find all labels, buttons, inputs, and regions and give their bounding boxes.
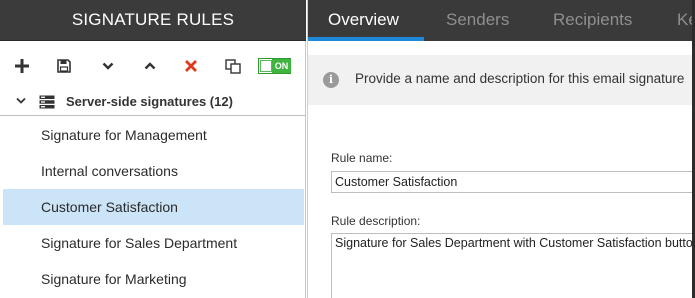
duplicate-icon [225, 58, 241, 74]
list-item-label: Customer Satisfaction [41, 199, 178, 215]
list-item-label: Signature for Sales Department [41, 235, 238, 251]
list-item-selected[interactable]: Customer Satisfaction [3, 189, 304, 225]
list-item-label: Internal conversations [41, 163, 178, 179]
duplicate-rule-button[interactable] [222, 52, 244, 80]
delete-rule-button[interactable] [180, 52, 202, 80]
tab-bar: Overview Senders Recipients Ke [308, 0, 695, 41]
info-banner: i Provide a name and description for thi… [308, 55, 695, 105]
server-icon [39, 95, 55, 109]
rule-description-textarea[interactable]: Signature for Sales Department with Cust… [331, 233, 695, 298]
toggle-knob [260, 60, 272, 72]
list-item-label: Signature for Marketing [41, 271, 187, 287]
panel-title: SIGNATURE RULES [71, 10, 235, 29]
delete-icon [185, 60, 197, 72]
rules-enabled-toggle[interactable]: ON [258, 58, 291, 74]
save-rule-button[interactable] [53, 52, 75, 80]
toggle-state-label: ON [272, 59, 291, 73]
server-side-signatures-group[interactable]: Server-side signatures (12) [0, 88, 306, 116]
chevron-up-icon [144, 62, 156, 70]
rule-name-label: Rule name: [331, 151, 393, 165]
rule-name-input[interactable]: Customer Satisfaction [331, 171, 695, 193]
move-up-button[interactable] [139, 52, 161, 80]
info-icon: i [323, 72, 339, 88]
list-item[interactable]: Signature for Marketing [0, 261, 306, 297]
active-tab-indicator [308, 37, 424, 41]
info-text: Provide a name and description for this … [355, 71, 685, 86]
move-down-button[interactable] [97, 52, 119, 80]
rules-list: Signature for Management Internal conver… [0, 117, 306, 297]
list-item[interactable]: Signature for Sales Department [0, 225, 306, 261]
rule-details-panel: Overview Senders Recipients Ke i Provide… [307, 0, 695, 298]
group-label: Server-side signatures (12) [66, 94, 233, 109]
save-icon [57, 59, 71, 73]
list-item-label: Signature for Management [41, 127, 207, 143]
tab-recipients[interactable]: Recipients [553, 0, 632, 41]
tab-senders[interactable]: Senders [446, 0, 509, 41]
rule-description-label: Rule description: [331, 214, 421, 228]
list-item[interactable]: Signature for Management [0, 117, 306, 153]
add-rule-button[interactable] [11, 52, 33, 80]
plus-icon [15, 59, 29, 73]
chevron-down-icon [102, 62, 114, 70]
expand-chevron-icon[interactable] [16, 97, 26, 105]
tab-overview[interactable]: Overview [328, 0, 399, 41]
panel-header: SIGNATURE RULES [0, 0, 306, 41]
signature-rules-panel: SIGNATURE RULES ON Server-side signature… [0, 0, 306, 298]
list-item[interactable]: Internal conversations [0, 153, 306, 189]
